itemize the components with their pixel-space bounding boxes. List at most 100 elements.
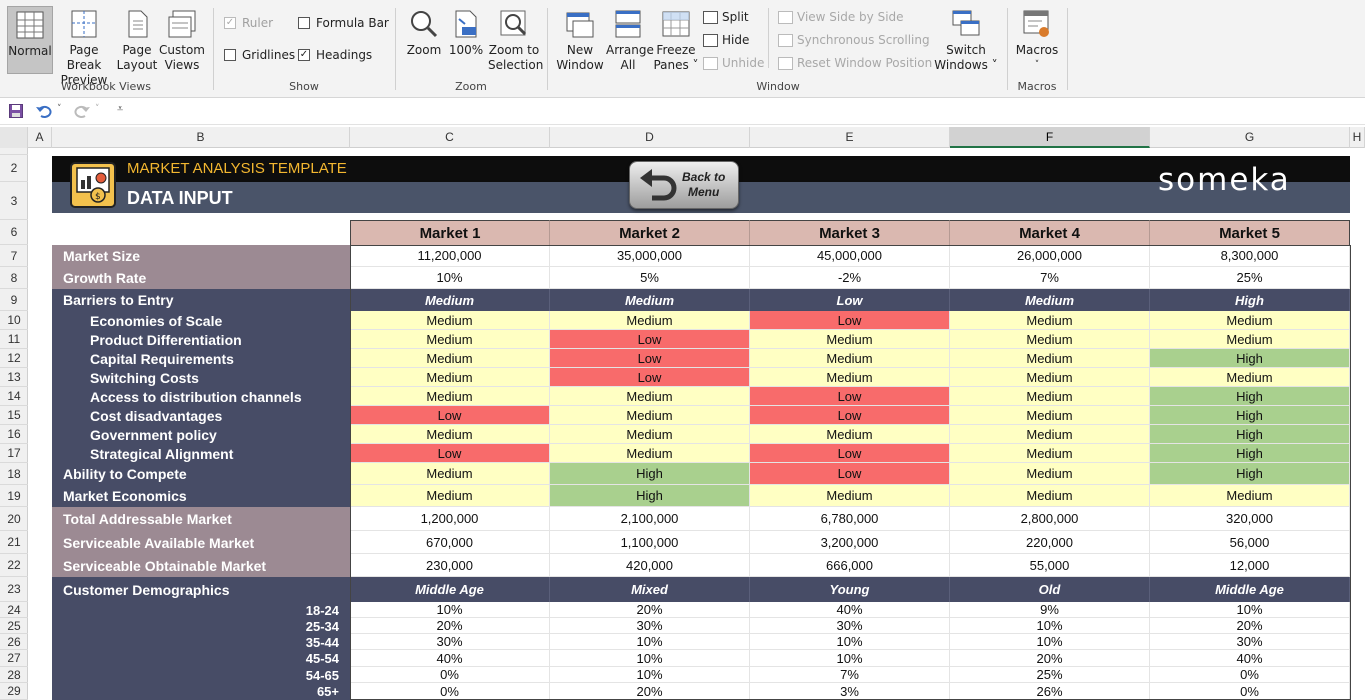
cell-tam-5[interactable]: 320,000	[1150, 507, 1350, 531]
cell-gov-policy-2[interactable]: Medium	[550, 425, 750, 444]
cell-differentiation-3[interactable]: Medium	[750, 330, 950, 349]
row-header-8[interactable]: 8	[0, 267, 28, 289]
select-all-corner[interactable]	[0, 127, 28, 148]
row-header-25[interactable]: 25	[0, 618, 28, 634]
cell-market-size-3[interactable]: 45,000,000	[750, 245, 950, 267]
cell-distribution-2[interactable]: Medium	[550, 387, 750, 406]
custom-views-button[interactable]: Custom Views	[158, 6, 206, 73]
save-icon[interactable]	[9, 104, 23, 118]
cell-som-4[interactable]: 55,000	[950, 554, 1150, 577]
cell-economies-5[interactable]: Medium	[1150, 311, 1350, 330]
cell-gov-policy-4[interactable]: Medium	[950, 425, 1150, 444]
cell-sam-3[interactable]: 3,200,000	[750, 531, 950, 554]
cell-sam-5[interactable]: 56,000	[1150, 531, 1350, 554]
cell-market-size-2[interactable]: 35,000,000	[550, 245, 750, 267]
row-header-12[interactable]: 12	[0, 349, 28, 368]
row-header-7[interactable]: 7	[0, 245, 28, 267]
cell-tam-1[interactable]: 1,200,000	[350, 507, 550, 531]
row-header-22[interactable]: 22	[0, 554, 28, 577]
row-header-21[interactable]: 21	[0, 531, 28, 554]
cell-som-1[interactable]: 230,000	[350, 554, 550, 577]
cell-market-size-4[interactable]: 26,000,000	[950, 245, 1150, 267]
cell-differentiation-2[interactable]: Low	[550, 330, 750, 349]
row-header-23[interactable]: 23	[0, 577, 28, 602]
cell-age-35-44-2[interactable]: 10%	[550, 634, 750, 650]
cell-age-18-24-5[interactable]: 10%	[1150, 602, 1350, 618]
reset-window-position-button[interactable]: Reset Window Position	[778, 56, 932, 70]
row-header-26[interactable]: 26	[0, 634, 28, 650]
cell-economics-1[interactable]: Medium	[350, 485, 550, 507]
cell-age-45-54-3[interactable]: 10%	[750, 650, 950, 667]
cell-distribution-1[interactable]: Medium	[350, 387, 550, 406]
column-header-a[interactable]: A	[28, 127, 52, 148]
column-header-d[interactable]: D	[550, 127, 750, 148]
cell-ability-1[interactable]: Medium	[350, 463, 550, 485]
zoom-100-button[interactable]: 100%	[448, 6, 484, 58]
row-header-10[interactable]: 10	[0, 311, 28, 330]
cell-market-size-5[interactable]: 8,300,000	[1150, 245, 1350, 267]
cell-age-65-plus-2[interactable]: 20%	[550, 683, 750, 700]
cell-switching-5[interactable]: Medium	[1150, 368, 1350, 387]
zoom-button[interactable]: Zoom	[404, 6, 444, 58]
cell-growth-rate-3[interactable]: -2%	[750, 267, 950, 289]
macros-button[interactable]: Macros ˅	[1014, 6, 1060, 73]
row-header-2[interactable]: 2	[0, 155, 28, 182]
cell-age-45-54-4[interactable]: 20%	[950, 650, 1150, 667]
cell-distribution-4[interactable]: Medium	[950, 387, 1150, 406]
zoom-to-selection-button[interactable]: Zoom to Selection	[488, 6, 543, 73]
cell-ability-5[interactable]: High	[1150, 463, 1350, 485]
cell-age-18-24-4[interactable]: 9%	[950, 602, 1150, 618]
column-header-e[interactable]: E	[750, 127, 950, 148]
row-header-16[interactable]: 16	[0, 425, 28, 444]
cell-age-25-34-2[interactable]: 30%	[550, 618, 750, 634]
row-header-27[interactable]: 27	[0, 650, 28, 667]
cell-cost-disadv-1[interactable]: Low	[350, 406, 550, 425]
page-layout-button[interactable]: Page Layout	[116, 6, 158, 73]
customize-toolbar-icon[interactable]: ⩡	[117, 102, 123, 116]
cell-age-25-34-3[interactable]: 30%	[750, 618, 950, 634]
row-header-3[interactable]: 3	[0, 182, 28, 220]
cell-age-54-65-5[interactable]: 0%	[1150, 667, 1350, 683]
gridlines-checkbox[interactable]: Gridlines	[224, 48, 295, 62]
cell-gov-policy-1[interactable]: Medium	[350, 425, 550, 444]
cell-market-size-1[interactable]: 11,200,000	[350, 245, 550, 267]
back-to-menu-button[interactable]: Back to Menu	[629, 161, 739, 209]
cell-age-54-65-3[interactable]: 7%	[750, 667, 950, 683]
cell-strategic-5[interactable]: High	[1150, 444, 1350, 463]
undo-dropdown-icon[interactable]: ˅	[57, 104, 62, 114]
cell-cost-disadv-3[interactable]: Low	[750, 406, 950, 425]
row-header-24[interactable]: 24	[0, 602, 28, 618]
row-header-9[interactable]: 9	[0, 289, 28, 311]
cell-switching-4[interactable]: Medium	[950, 368, 1150, 387]
cell-switching-3[interactable]: Medium	[750, 368, 950, 387]
split-button[interactable]: Split	[703, 10, 749, 24]
column-header-c[interactable]: C	[350, 127, 550, 148]
cell-capital-4[interactable]: Medium	[950, 349, 1150, 368]
cell-age-25-34-4[interactable]: 10%	[950, 618, 1150, 634]
cell-ability-4[interactable]: Medium	[950, 463, 1150, 485]
cell-sam-4[interactable]: 220,000	[950, 531, 1150, 554]
normal-view-button[interactable]: Normal	[7, 6, 53, 74]
cell-age-18-24-2[interactable]: 20%	[550, 602, 750, 618]
redo-icon[interactable]	[74, 103, 90, 119]
new-window-button[interactable]: New Window	[554, 6, 606, 73]
row-header-19[interactable]: 19	[0, 485, 28, 507]
cell-economics-3[interactable]: Medium	[750, 485, 950, 507]
row-header-14[interactable]: 14	[0, 387, 28, 406]
cell-switching-1[interactable]: Medium	[350, 368, 550, 387]
cell-age-65-plus-1[interactable]: 0%	[350, 683, 550, 700]
cell-sam-2[interactable]: 1,100,000	[550, 531, 750, 554]
cell-cost-disadv-5[interactable]: High	[1150, 406, 1350, 425]
cell-strategic-2[interactable]: Medium	[550, 444, 750, 463]
column-header-g[interactable]: G	[1150, 127, 1350, 148]
cell-growth-rate-1[interactable]: 10%	[350, 267, 550, 289]
cell-age-65-plus-3[interactable]: 3%	[750, 683, 950, 700]
unhide-button[interactable]: Unhide	[703, 56, 764, 70]
cell-strategic-1[interactable]: Low	[350, 444, 550, 463]
row-header-28[interactable]: 28	[0, 667, 28, 683]
cell-economics-4[interactable]: Medium	[950, 485, 1150, 507]
cell-age-35-44-4[interactable]: 10%	[950, 634, 1150, 650]
cell-capital-3[interactable]: Medium	[750, 349, 950, 368]
headings-checkbox[interactable]: ✓ Headings	[298, 48, 372, 62]
cell-economics-2[interactable]: High	[550, 485, 750, 507]
